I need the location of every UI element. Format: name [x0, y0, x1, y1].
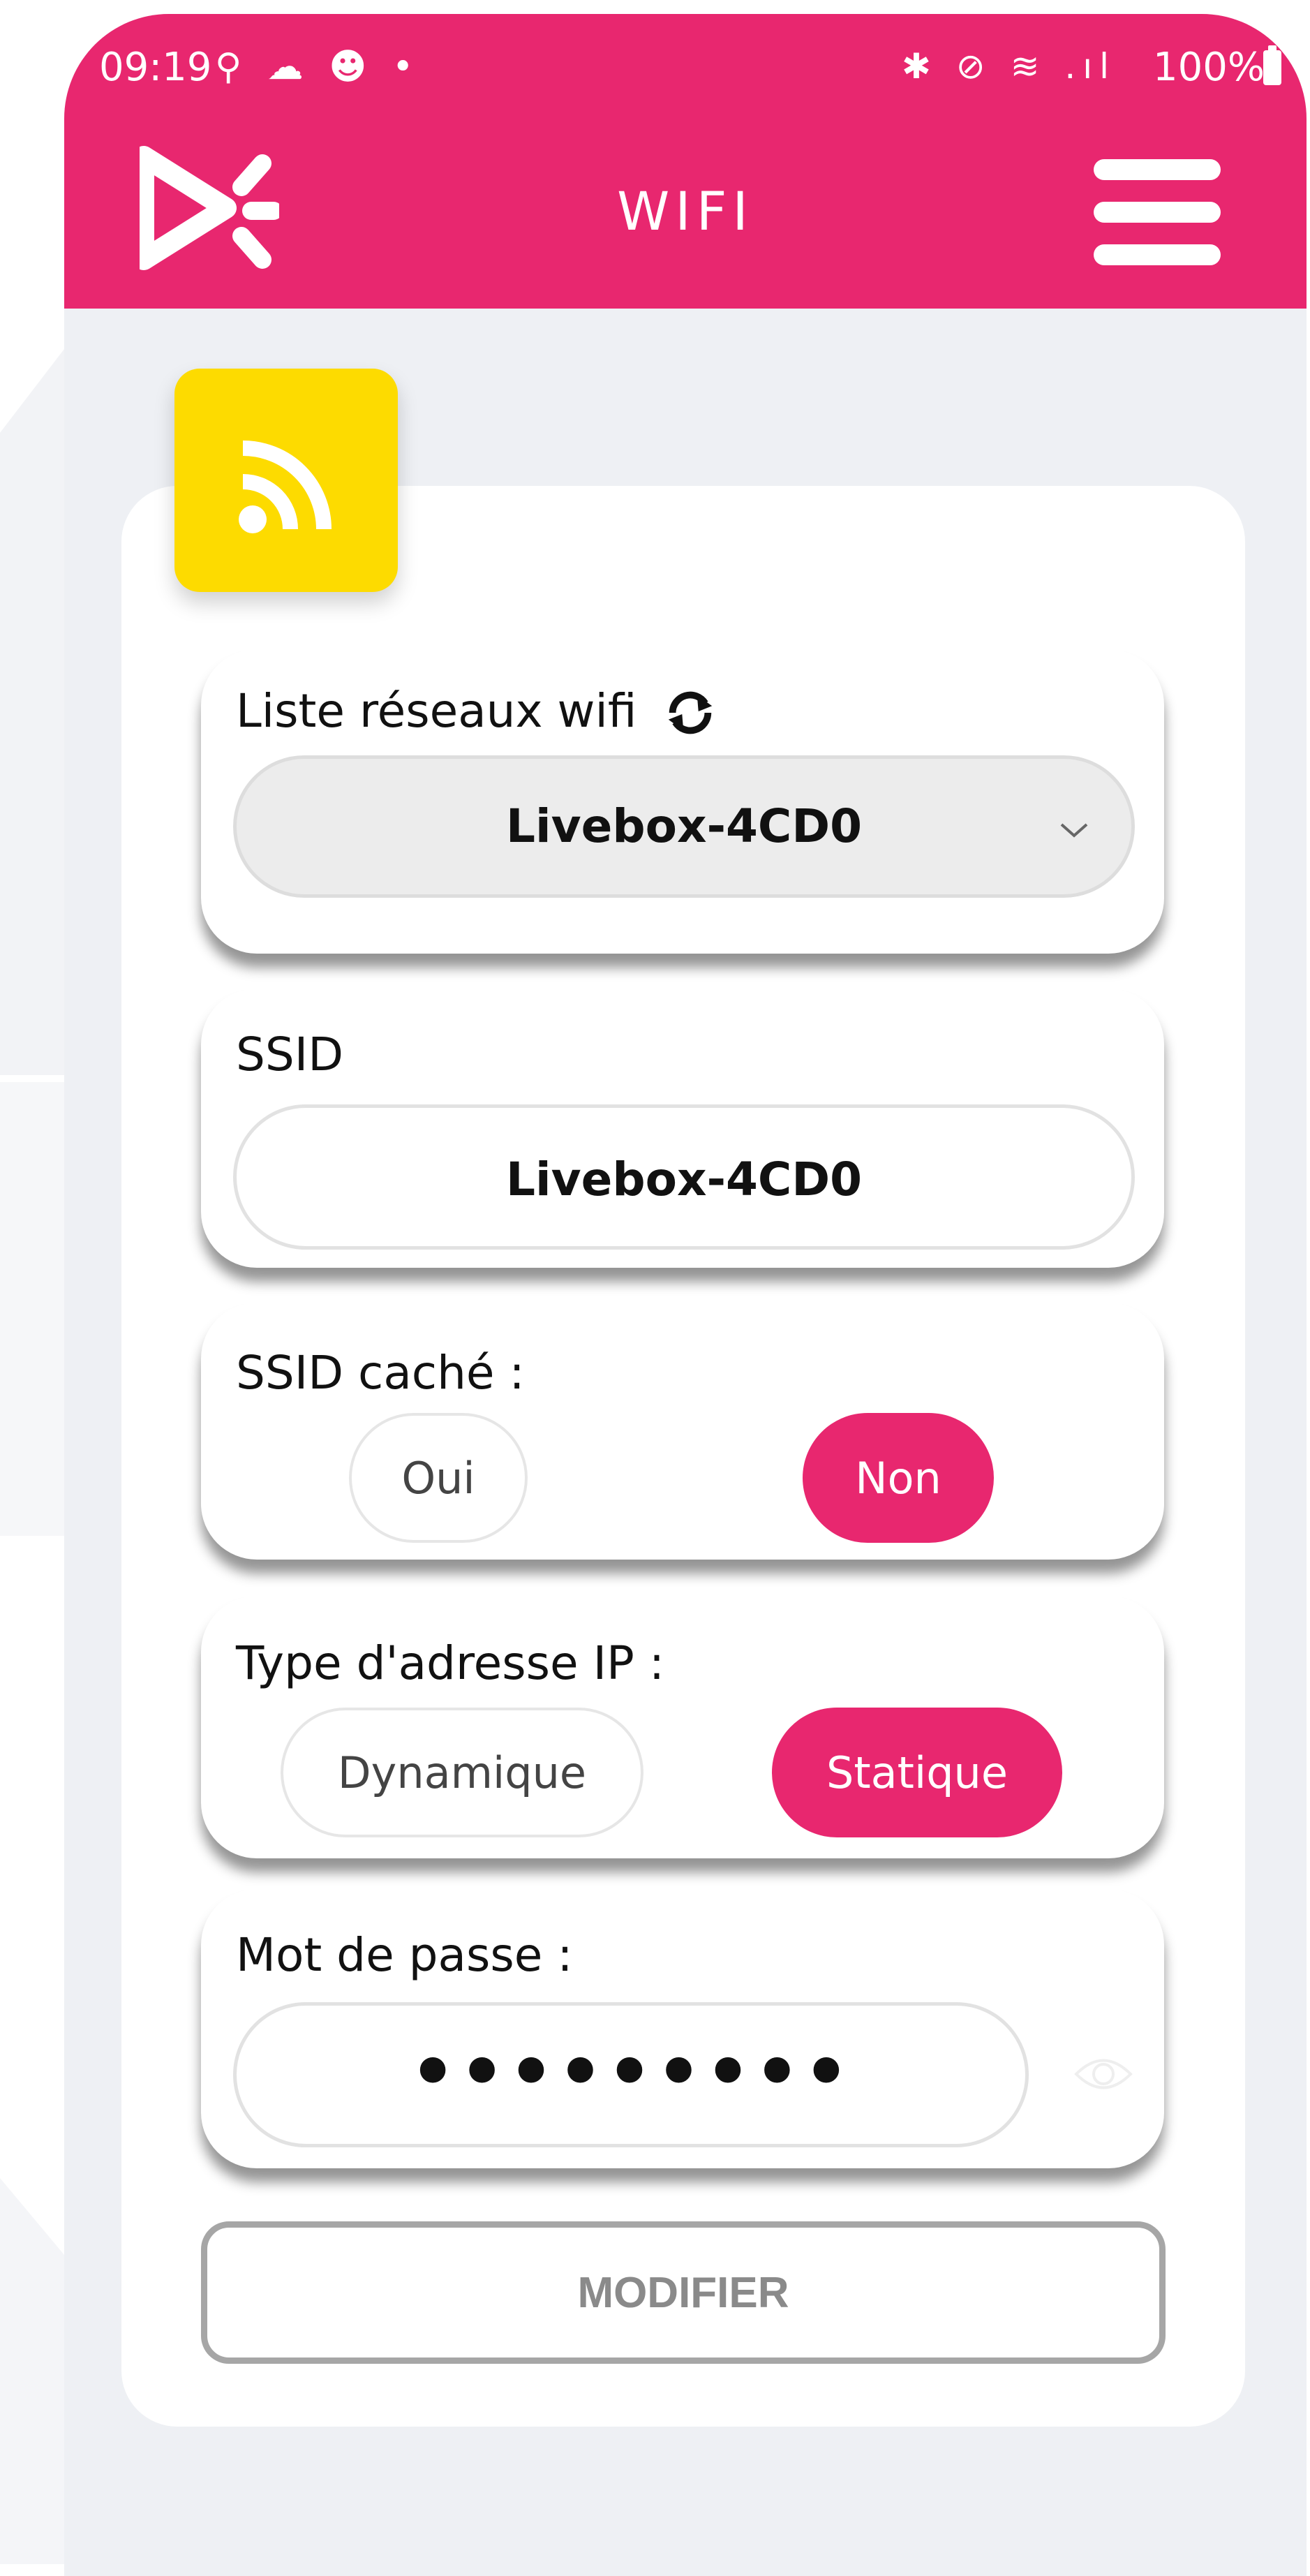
password-input-value: •••••••••: [409, 2029, 853, 2115]
phone-screen: 09:19 ⚲ ☁ ☻ • ✱ ⊘ ≋ .ıl 100% WIFI Liste …: [64, 14, 1307, 2576]
password-panel: Mot de passe : •••••••••: [201, 1889, 1164, 2168]
status-left-icons: ⚲ ☁ ☻ •: [215, 46, 421, 88]
password-label: Mot de passe :: [236, 1928, 573, 1982]
ip-dynamic-button[interactable]: Dynamique: [281, 1708, 643, 1837]
password-input[interactable]: •••••••••: [233, 2002, 1029, 2147]
battery-icon: [1263, 45, 1281, 85]
hidden-ssid-label: SSID caché :: [236, 1346, 525, 1400]
network-list-label: Liste réseaux wifi: [236, 684, 637, 738]
modifier-button[interactable]: MODIFIER: [201, 2221, 1166, 2364]
hidden-ssid-no-button[interactable]: Non: [803, 1413, 994, 1543]
app-header: WIFI: [64, 96, 1307, 309]
chevron-down-icon: [1060, 823, 1088, 838]
status-bar: 09:19 ⚲ ☁ ☻ • ✱ ⊘ ≋ .ıl 100%: [64, 14, 1307, 96]
wifi-signal-icon: [239, 441, 332, 533]
wifi-badge: [174, 369, 398, 592]
ip-type-panel: Type d'adresse IP : Dynamique Statique: [201, 1596, 1164, 1858]
ip-static-button[interactable]: Statique: [772, 1708, 1062, 1837]
hidden-ssid-yes-button[interactable]: Oui: [349, 1413, 528, 1543]
ip-type-label: Type d'adresse IP :: [236, 1636, 665, 1690]
ssid-label: SSID: [236, 1028, 344, 1081]
hamburger-menu-icon[interactable]: [1094, 159, 1221, 265]
network-select-value: Livebox-4CD0: [505, 799, 863, 853]
hidden-ssid-panel: SSID caché : Oui Non: [201, 1303, 1164, 1560]
network-select[interactable]: Livebox-4CD0: [233, 755, 1135, 898]
eye-icon[interactable]: [1072, 2050, 1135, 2098]
network-list-panel: Liste réseaux wifi Livebox-4CD0: [201, 649, 1164, 954]
refresh-icon[interactable]: [663, 686, 717, 740]
ssid-panel: SSID Livebox-4CD0: [201, 989, 1164, 1268]
status-time: 09:19: [99, 45, 212, 90]
ssid-input-value: Livebox-4CD0: [505, 1153, 863, 1206]
status-right-icons: ✱ ⊘ ≋ .ıl: [902, 46, 1117, 87]
status-battery-level: 100%: [1153, 45, 1265, 90]
ssid-input[interactable]: Livebox-4CD0: [233, 1104, 1135, 1250]
